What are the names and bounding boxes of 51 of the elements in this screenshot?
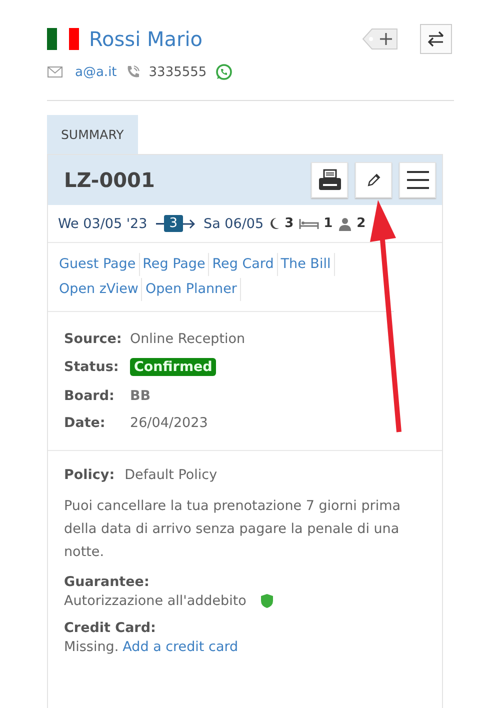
person-icon [338, 216, 352, 230]
swap-arrows-icon [426, 29, 446, 49]
field-value: BB [130, 388, 152, 404]
printer-icon [318, 169, 342, 191]
swap-button[interactable] [420, 24, 452, 54]
status-badge: Confirmed [130, 358, 216, 376]
field-label: Board: [64, 388, 116, 404]
arrow-icon [182, 218, 195, 228]
page-link[interactable]: Reg Page [140, 253, 210, 276]
add-tag-button[interactable] [362, 27, 398, 51]
nights-count: 3 [284, 216, 294, 231]
departure-date: Sa 06/05 [204, 216, 264, 232]
field-label: Credit Card: [64, 620, 157, 636]
field-value: Default Policy [124, 467, 218, 483]
field-value: 26/04/2023 [130, 415, 209, 432]
add-card-link[interactable]: Add a credit card [122, 636, 238, 658]
guests-count: 2 [356, 216, 366, 231]
booking-code: LZ-0001 [64, 168, 155, 192]
phone-number: 3335555 [148, 64, 207, 80]
field-value: Missing. [64, 638, 119, 657]
print-button[interactable] [311, 162, 348, 198]
field-value: Online Reception [130, 330, 246, 347]
moon-icon [268, 217, 280, 230]
italy-flag-icon [47, 28, 79, 50]
field-label: Source: [64, 330, 123, 347]
page-link[interactable]: Open zView [56, 278, 142, 301]
field-label: Date: [64, 415, 106, 432]
field-label: Status: [64, 359, 120, 376]
bed-icon [298, 218, 319, 230]
guest-name-link[interactable]: Rossi Mario [89, 27, 203, 51]
email-link[interactable]: a@a.it [75, 64, 117, 80]
field-label: Policy: [64, 467, 115, 483]
page-link[interactable]: The Bill [278, 253, 335, 276]
field-value: Autorizzazione all'addebito [64, 592, 246, 611]
pencil-icon [366, 172, 382, 188]
whatsapp-icon [214, 63, 233, 81]
page-link[interactable]: Reg Card [209, 253, 278, 276]
field-label: Guarantee: [64, 574, 150, 590]
rooms-count: 1 [324, 216, 333, 231]
arrival-date: We 03/05 '23 [58, 216, 148, 232]
nights-badge: 3 [164, 215, 183, 232]
shield-icon [260, 593, 274, 609]
page-link[interactable]: Guest Page [56, 253, 140, 276]
policy-text: Puoi cancellare la tua prenotazione 7 giorni prima della data di arrivo senza pagare la penale di una notte. [64, 498, 401, 560]
edit-button[interactable] [355, 162, 392, 198]
dash-icon [156, 222, 164, 224]
mail-icon [47, 66, 63, 78]
menu-icon [406, 170, 430, 190]
summary-tab[interactable]: SUMMARY [47, 115, 138, 154]
page-link[interactable]: Open Planner [142, 278, 241, 301]
menu-button[interactable] [399, 162, 436, 198]
